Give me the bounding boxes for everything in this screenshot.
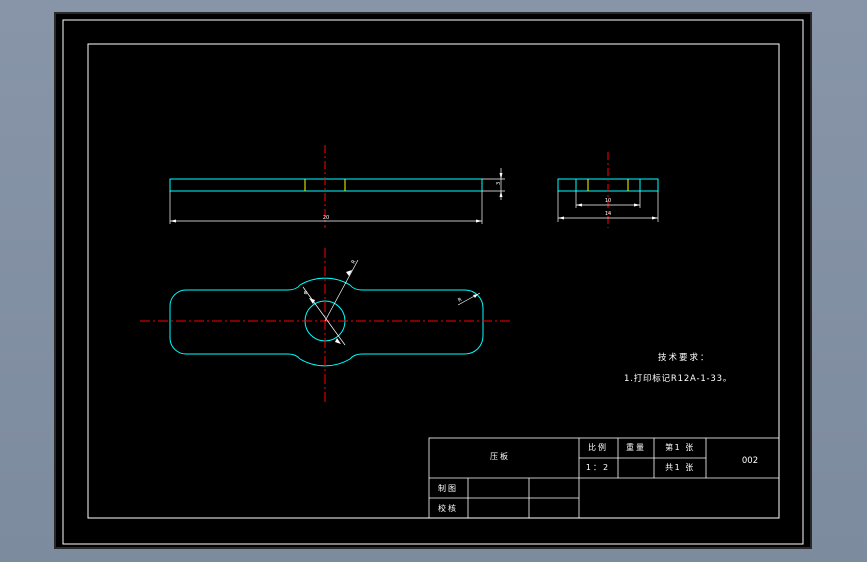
top-view-length-dim: 20 <box>323 215 329 221</box>
top-view-thickness-dim: 3 <box>496 182 502 185</box>
side-view-outer-dim: 14 <box>605 211 611 217</box>
total-sheets-label: 共1 张 <box>665 463 695 472</box>
weight-label: 重量 <box>626 442 646 452</box>
scale-label: 比例 <box>588 442 608 452</box>
tech-requirement-item-1: 1.打印标记R12A-1-33。 <box>624 373 732 384</box>
drawing-sheet <box>54 12 812 549</box>
sheet-label: 第1 张 <box>665 442 695 452</box>
side-view-inner-dim: 10 <box>605 198 611 204</box>
part-name: 压板 <box>490 451 510 461</box>
drawing-number: 002 <box>742 456 758 466</box>
drawn-by-label: 制图 <box>438 483 458 493</box>
checked-by-label: 校核 <box>438 503 458 513</box>
cad-drawing-canvas: 20 3 10 14 R Φ R 技术要求： 1.打印标记R12A-1-33。 … <box>54 12 812 549</box>
tech-requirements-heading: 技术要求： <box>658 352 711 363</box>
scale-value: 1：2 <box>586 463 610 472</box>
